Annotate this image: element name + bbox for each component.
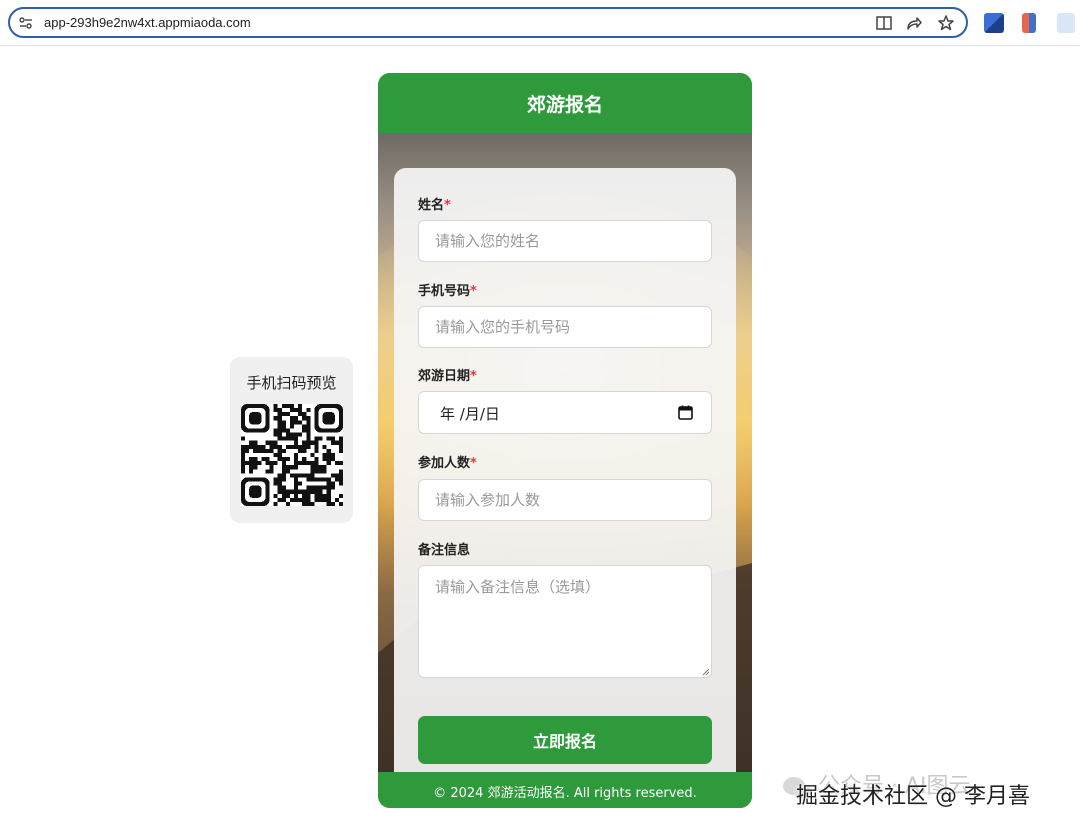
people-count-input[interactable] [418, 479, 712, 521]
watermark-text: 掘金技术社区 @ 李月喜 [796, 784, 1030, 809]
calendar-icon[interactable] [678, 405, 693, 420]
reader-mode-icon[interactable] [875, 14, 893, 32]
url-text[interactable]: app-293h9e2nw4xt.appmiaoda.com [44, 15, 251, 30]
app-footer: © 2024 郊游活动报名. All rights reserved. [378, 772, 752, 808]
people-count-label: 参加人数* [418, 456, 477, 471]
phone-preview: 郊游报名 姓名* 手机号码* 郊游日期* [378, 73, 752, 808]
date-value: 年 /月/日 [440, 405, 500, 423]
date-picker-input[interactable]: 年 /月/日 [418, 391, 712, 434]
app-header: 郊游报名 [378, 73, 752, 133]
extension-icon[interactable] [984, 13, 1004, 33]
date-label: 郊游日期* [418, 369, 477, 384]
qr-preview-panel: 手机扫码预览 [230, 357, 353, 523]
submit-button[interactable]: 立即报名 [418, 716, 712, 764]
tune-icon[interactable] [19, 16, 33, 30]
signup-form: 姓名* 手机号码* 郊游日期* 年 /月/日 参加人数* 备注信息 立即报名 [394, 168, 736, 808]
notes-label: 备注信息 [418, 543, 471, 558]
browser-toolbar: app-293h9e2nw4xt.appmiaoda.com [0, 0, 1080, 46]
phone-label: 手机号码* [418, 284, 477, 299]
resize-handle-icon[interactable] [702, 668, 710, 676]
phone-input[interactable] [418, 306, 712, 348]
extension-icon[interactable] [1022, 13, 1036, 33]
notes-textarea[interactable] [418, 565, 712, 678]
share-icon[interactable] [905, 14, 923, 32]
qr-preview-title: 手机扫码预览 [246, 374, 337, 392]
qr-code-icon [241, 404, 343, 506]
bookmark-star-icon[interactable] [937, 14, 955, 32]
page-title: 郊游报名 [526, 94, 603, 116]
name-label: 姓名* [418, 198, 451, 213]
copyright-text: © 2024 郊游活动报名. All rights reserved. [433, 786, 697, 801]
address-bar[interactable]: app-293h9e2nw4xt.appmiaoda.com [8, 7, 968, 38]
name-input[interactable] [418, 220, 712, 262]
extension-icon[interactable] [1057, 13, 1075, 33]
